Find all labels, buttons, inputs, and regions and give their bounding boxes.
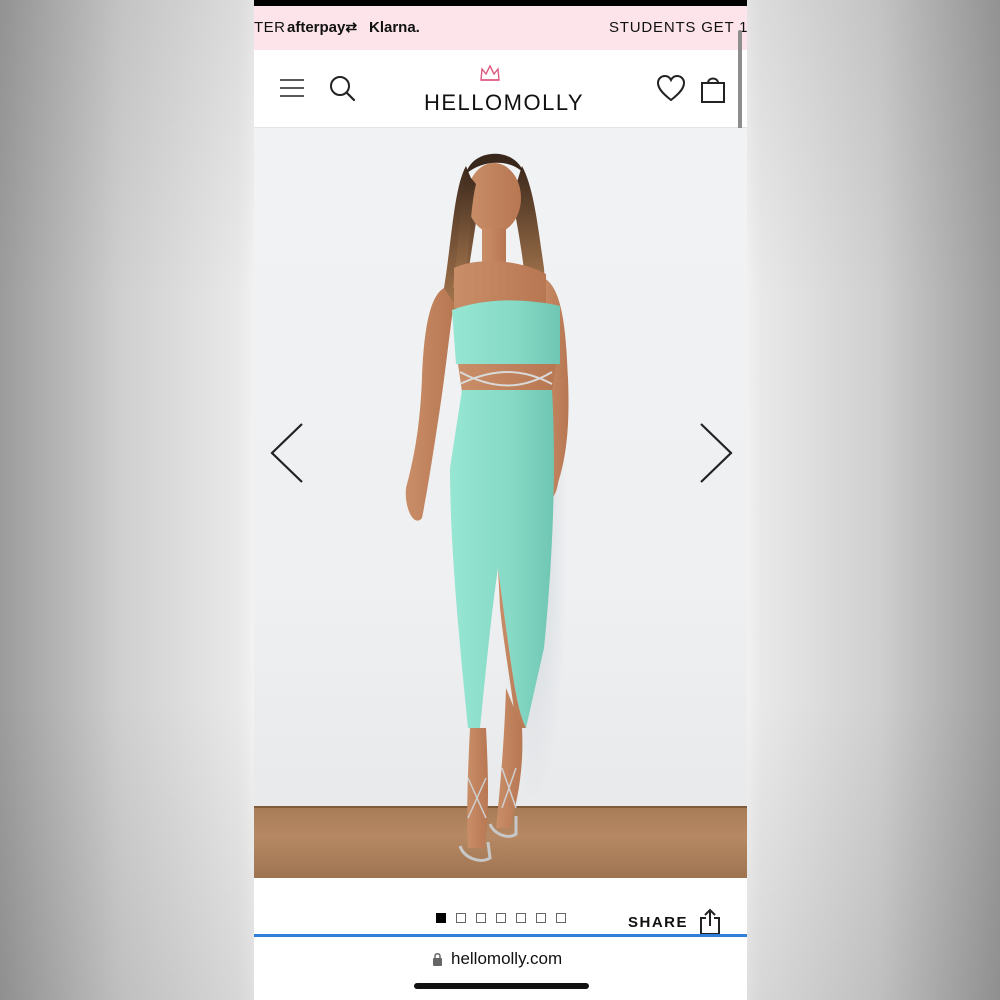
logo-text: HELLOMOLLY [424, 90, 585, 115]
browser-address-bar: hellomolly.com [254, 937, 747, 1000]
gallery-dot[interactable] [556, 913, 566, 923]
gallery-dot[interactable] [436, 913, 446, 923]
share-icon [700, 908, 721, 935]
gallery-dot[interactable] [496, 913, 506, 923]
site-header: HELLOMOLLY [254, 50, 747, 128]
menu-icon [280, 79, 304, 97]
model-figure [405, 153, 569, 862]
wishlist-button[interactable] [656, 74, 686, 104]
url-text: hellomolly.com [451, 949, 563, 968]
gallery-dot[interactable] [456, 913, 466, 923]
promo-bar[interactable]: TER afterpay⇄ Klarna. STUDENTS GET 10 [254, 6, 747, 50]
next-image-button[interactable] [689, 418, 739, 488]
bag-icon [701, 77, 725, 103]
gallery-controls: SHARE [254, 900, 747, 936]
previous-image-button[interactable] [264, 418, 314, 488]
share-button[interactable]: SHARE [628, 908, 722, 936]
crown-icon [480, 64, 500, 81]
phone-screen: TER afterpay⇄ Klarna. STUDENTS GET 10 HE… [254, 0, 747, 1000]
chevron-left-icon [270, 423, 303, 483]
gallery-dot[interactable] [476, 913, 486, 923]
gallery-dot[interactable] [536, 913, 546, 923]
lock-icon [433, 953, 442, 966]
home-indicator[interactable] [414, 983, 589, 989]
gallery-dot[interactable] [516, 913, 526, 923]
site-logo[interactable]: HELLOMOLLY [424, 64, 585, 115]
chevron-right-icon [700, 423, 733, 483]
promo-text-fragment: TER [254, 19, 286, 36]
klarna-logo: Klarna. [369, 19, 420, 36]
url-field[interactable]: hellomolly.com [432, 949, 562, 969]
menu-button[interactable] [278, 74, 308, 104]
heart-icon [656, 74, 686, 102]
search-button[interactable] [328, 74, 358, 104]
afterpay-logo: afterpay⇄ [287, 19, 358, 36]
product-image[interactable] [254, 128, 747, 878]
cart-button[interactable] [698, 74, 728, 104]
promo-students-text: STUDENTS GET 10 [609, 19, 747, 36]
gallery-pagination [436, 913, 566, 923]
share-label: SHARE [628, 913, 689, 931]
search-icon [330, 76, 356, 102]
